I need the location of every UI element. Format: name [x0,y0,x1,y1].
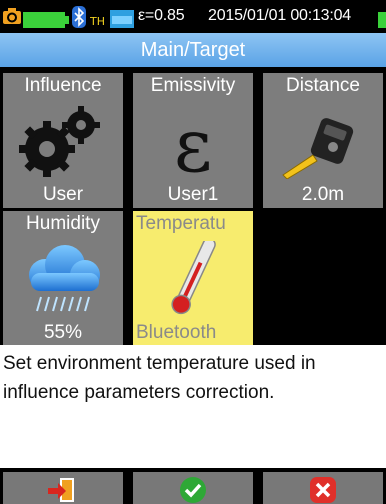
svg-text:TH: TH [90,15,105,28]
camera-mode-icon [3,8,21,24]
exit-icon [48,478,74,502]
tile-value: User [42,184,84,205]
emissivity-readout: ε=0.85 [138,7,185,24]
thermo-hygrometer-icon: TH [90,15,105,28]
sd-card-icon [110,10,134,28]
confirm-icon [180,477,206,503]
tile-label: Humidity [26,213,100,234]
tile-value: 55% [43,322,83,343]
date-time: 2015/01/01 00:13:04 [208,7,352,24]
battery-icon [23,12,69,28]
tile-value: User1 [167,184,219,205]
cancel-icon [310,477,336,503]
help-description: Set environment temperature used in infl… [0,345,386,468]
exit-button[interactable] [3,472,123,504]
thermometer-icon [171,241,216,315]
cancel-button[interactable] [263,472,383,504]
tile-label: Distance [286,75,360,96]
humidity-tile[interactable]: Humidity 55% [3,211,123,346]
confirm-button[interactable] [133,472,253,504]
gears-icon [19,106,100,177]
svg-text:ε: ε [174,103,212,179]
emissivity-tile[interactable]: Emissivity ε User1 [133,73,253,208]
epsilon-icon: ε [174,103,212,179]
parameter-grid: Influence User Emissivity ε User1 Distan… [0,67,386,346]
status-bar: TH ε=0.85 2015/01/01 00:13:04 [0,0,386,33]
temperature-tile[interactable]: Temperatu Bluetooth [133,211,253,346]
bluetooth-icon [72,6,86,28]
page-title: Main/Target [0,33,386,67]
power-indicator-icon [378,12,386,28]
rain-cloud-icon [29,245,100,312]
tile-label: Emissivity [150,75,236,96]
influence-tile[interactable]: Influence User [3,73,123,208]
tile-value: 2.0m [301,184,345,205]
tile-value: Bluetooth [136,322,217,343]
tile-label: Temperatu [136,213,226,234]
tape-measure-icon [282,118,354,179]
tile-label: Influence [24,75,102,96]
softkey-bar [0,468,386,504]
distance-tile[interactable]: Distance 2.0m [263,73,383,208]
